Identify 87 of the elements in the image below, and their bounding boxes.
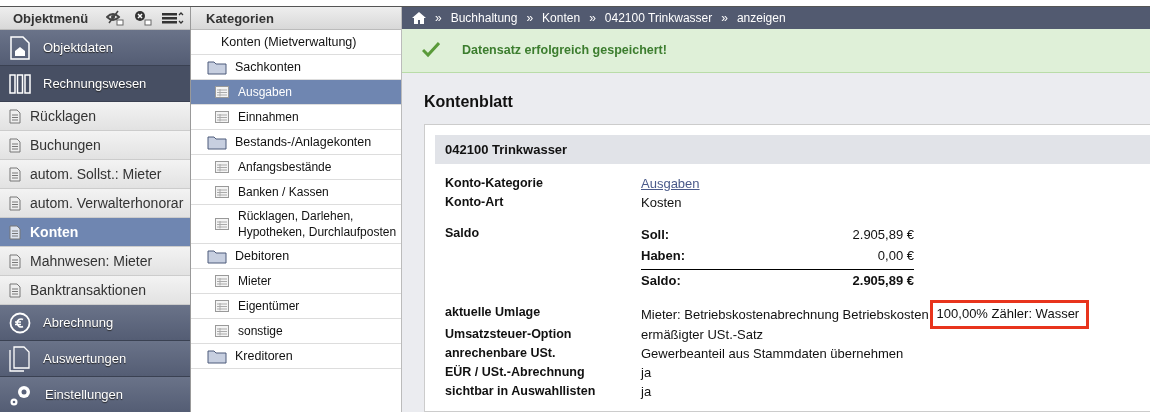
table-icon xyxy=(215,275,229,287)
table-icon xyxy=(215,186,229,198)
home-icon[interactable] xyxy=(412,11,426,24)
house-document-icon xyxy=(9,35,31,60)
menu-item[interactable]: autom. Verwalterhonorar xyxy=(0,189,190,218)
pages-icon xyxy=(9,345,31,372)
tree-item[interactable]: Konten (Mietverwaltung) xyxy=(191,30,401,55)
breadcrumb-separator: » xyxy=(589,10,596,25)
menu-item[interactable]: Mahnwesen: Mieter xyxy=(0,247,190,276)
tree-item[interactable]: Eigentümer xyxy=(191,294,401,319)
breadcrumb-separator: » xyxy=(435,10,442,25)
field-label: Umsatzsteuer-Option xyxy=(445,326,573,343)
menu-section[interactable]: Auswertungen xyxy=(0,341,190,377)
table-icon xyxy=(215,325,229,337)
balance-label: Saldo: xyxy=(641,272,681,290)
folder-icon xyxy=(207,348,227,364)
table-icon xyxy=(215,86,229,98)
menu-icon[interactable] xyxy=(162,12,184,24)
tree-folder[interactable]: Bestands-/Anlagekonten xyxy=(191,130,401,155)
field-value: Kosten xyxy=(641,194,682,212)
folder-icon xyxy=(207,248,227,264)
document-icon xyxy=(9,195,21,211)
balance-amount: 0,00 € xyxy=(877,247,914,265)
balance-label: Haben: xyxy=(641,247,686,265)
panel-heading: Kontenblatt xyxy=(424,92,514,112)
folder-icon xyxy=(207,59,227,75)
table-icon xyxy=(215,161,229,173)
field-value: ja xyxy=(641,364,652,382)
field-label: Saldo xyxy=(445,225,481,242)
field-label: aktuelle Umlage xyxy=(445,304,542,321)
tree-item[interactable]: sonstige xyxy=(191,319,401,344)
success-message: Datensatz erfolgreich gespeichert! xyxy=(462,43,667,58)
menu-section[interactable]: Einstellungen xyxy=(0,377,190,412)
balance-amount: 2.905,89 € xyxy=(852,272,914,290)
field-label: anrechenbare USt. xyxy=(445,345,557,362)
eye-check-icon[interactable] xyxy=(106,10,124,26)
breadcrumb-link[interactable]: anzeigen xyxy=(736,10,786,25)
breadcrumb-link[interactable]: Buchhaltung xyxy=(450,10,518,25)
tree-folder[interactable]: Debitoren xyxy=(191,244,401,269)
binders-icon xyxy=(9,73,31,94)
breadcrumb-separator: » xyxy=(721,10,728,25)
field-label: Konto-Kategorie xyxy=(445,175,544,192)
tree-item[interactable]: Banken / Kassen xyxy=(191,180,401,205)
close-check-icon[interactable] xyxy=(134,10,152,26)
table-icon xyxy=(215,111,229,123)
table-icon xyxy=(215,218,229,230)
checkmark-icon xyxy=(422,42,440,59)
menu-section[interactable]: Abrechnung xyxy=(0,305,190,341)
panel-title: Kategorien xyxy=(206,10,274,26)
tree-item[interactable]: Mieter xyxy=(191,269,401,294)
field-value: ermäßigter USt.-Satz xyxy=(641,326,764,344)
balance-amount: 2.905,89 € xyxy=(852,226,914,244)
menu-item[interactable]: Buchungen xyxy=(0,131,190,160)
menu-item[interactable]: Banktransaktionen xyxy=(0,276,190,305)
document-icon xyxy=(9,166,21,182)
breadcrumb-link[interactable]: Konten xyxy=(542,10,581,25)
account-title: 042100 Trinkwasser xyxy=(445,142,568,157)
field-link[interactable]: Ausgaben xyxy=(641,174,700,193)
highlighted-value: 100,00% Zähler: Wasser xyxy=(929,300,1090,329)
menu-section[interactable]: Rechnungswesen xyxy=(0,66,190,102)
panel-title: Objektmenü xyxy=(13,10,90,26)
folder-icon xyxy=(207,134,227,150)
field-label: EÜR / USt.-Abrechnung xyxy=(445,364,586,381)
table-icon xyxy=(215,300,229,312)
euro-icon xyxy=(9,311,31,334)
menu-section[interactable]: Objektdaten xyxy=(0,30,190,66)
breadcrumb-separator: » xyxy=(526,10,534,25)
tree-item[interactable]: Einnahmen xyxy=(191,105,401,130)
document-icon xyxy=(9,224,21,240)
tree-item[interactable]: Ausgaben xyxy=(191,80,401,105)
menu-item[interactable]: Konten xyxy=(0,218,190,247)
document-icon xyxy=(9,108,21,124)
document-icon xyxy=(9,137,21,153)
tree-item[interactable]: Anfangsbestände xyxy=(191,155,401,180)
field-label: Konto-Art xyxy=(445,194,505,211)
field-label: sichtbar in Auswahllisten xyxy=(445,383,597,400)
balance-label: Soll: xyxy=(641,226,670,244)
tree-item[interactable]: Rücklagen, Darlehen, Hypotheken, Durchlaufposten xyxy=(191,205,401,244)
tree-folder[interactable]: Kreditoren xyxy=(191,344,401,369)
field-value: Gewerbeanteil aus Stammdaten übernehmen xyxy=(641,345,904,363)
document-icon xyxy=(9,282,21,298)
field-value: ja xyxy=(641,383,652,401)
breadcrumb-link[interactable]: 042100 Trinkwasser xyxy=(604,10,713,25)
menu-item[interactable]: Rücklagen xyxy=(0,102,190,131)
document-icon xyxy=(9,253,21,269)
menu-item[interactable]: autom. Sollst.: Mieter xyxy=(0,160,190,189)
field-value: Mieter: Betriebskostenabrechnung Betriebskosten xyxy=(641,305,929,324)
